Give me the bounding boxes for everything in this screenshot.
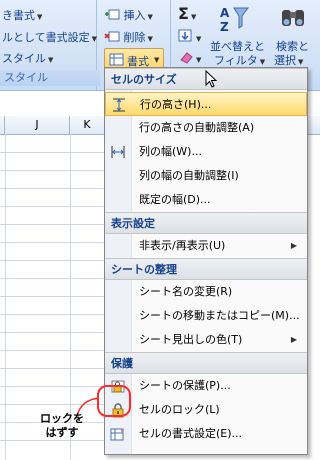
gridline <box>0 314 110 315</box>
chevron-down-icon: ▼ <box>91 35 98 43</box>
chevron-down-icon: ▼ <box>196 35 202 43</box>
format-dropdown-menu: セルのサイズ 行の高さ(H)... 行の高さの自動調整(A) 列の幅(W)...… <box>104 67 308 455</box>
gridline <box>0 170 110 171</box>
lock-cell-label: セルのロック(L) <box>139 403 220 416</box>
chevron-down-icon: ▼ <box>48 56 54 64</box>
chevron-down-icon: ▼ <box>147 13 153 21</box>
gridline <box>0 188 110 189</box>
gridline <box>0 386 110 387</box>
format-cells-dialog-icon <box>110 428 124 441</box>
delete-label: 削除 <box>123 31 146 44</box>
gridline <box>0 296 110 297</box>
default-width-label: 既定の幅(D)... <box>139 193 211 206</box>
section-organize-sheets: シートの整理 <box>105 258 307 280</box>
chevron-down-icon: ▼ <box>190 13 197 21</box>
find-select-button[interactable]: 検索と 選択 ▼ <box>266 2 318 68</box>
insert-label: 挿入 <box>123 9 146 22</box>
fill-button[interactable]: ▼ <box>178 29 201 44</box>
format-as-table-label: ルとして書式設定 <box>2 31 90 44</box>
chevron-down-icon: ▼ <box>37 13 43 21</box>
column-header-k[interactable]: K <box>70 116 105 134</box>
gridline <box>0 350 110 351</box>
menu-item-lock-cell[interactable]: セルのロック(L) <box>105 398 307 422</box>
row-height-label: 行の高さ(H)... <box>140 98 212 111</box>
callout-highlight-circle <box>97 385 131 417</box>
chevron-down-icon: ▼ <box>259 58 266 66</box>
autosum-button[interactable]: Σ ▼ <box>178 4 196 23</box>
delete-button[interactable]: 削除 ▼ <box>104 29 153 45</box>
menu-item-move-copy-sheet[interactable]: シートの移動またはコピー(M)... <box>105 304 307 328</box>
clear-button[interactable]: ▼ <box>178 50 201 65</box>
menu-item-tab-color[interactable]: シート見出しの色(T) ▶ <box>105 328 307 352</box>
column-autofit-label: 列の幅の自動調整(I) <box>139 169 239 182</box>
sort-filter-label-2-wrap: フィルタ ▼ <box>214 52 265 68</box>
fill-down-icon <box>178 29 192 42</box>
row-height-icon <box>113 98 125 112</box>
menu-item-protect-sheet[interactable]: シートの保護(P)... <box>105 374 307 398</box>
chevron-right-icon: ▶ <box>290 241 297 250</box>
gridline <box>0 278 110 279</box>
gridline <box>0 206 110 207</box>
menu-item-rename-sheet[interactable]: シート名の変更(R) <box>105 280 307 304</box>
cell-styles-label: スタイル <box>2 52 46 65</box>
protect-sheet-label: シートの保護(P)... <box>139 379 231 392</box>
styles-group-caption: スタイル <box>0 70 100 86</box>
styles-group: き書式 ▼ ルとして書式設定 ▼ スタイル ▼ スタイル <box>0 0 100 90</box>
menu-item-row-height[interactable]: 行の高さ(H)... <box>105 92 307 116</box>
menu-item-column-width[interactable]: 列の幅(W)... <box>105 140 307 164</box>
callout-line-1: ロックを <box>40 412 84 425</box>
gridline <box>0 242 110 243</box>
column-width-icon <box>111 146 125 158</box>
insert-cells-icon <box>105 9 120 20</box>
sort-filter-icon: A Z <box>220 6 249 34</box>
column-width-label: 列の幅(W)... <box>139 145 202 158</box>
sum-icon: Σ <box>178 4 189 23</box>
sort-filter-button[interactable]: A Z 並べ替えと フィルタ ▼ <box>208 2 265 68</box>
mouse-cursor-icon <box>205 70 218 88</box>
conditional-format-button[interactable]: き書式 ▼ <box>2 7 42 23</box>
section-protection: 保護 <box>105 352 307 374</box>
chevron-right-icon: ▶ <box>290 335 297 344</box>
callout-line-2: はずす <box>45 426 79 439</box>
menu-item-default-width[interactable]: 既定の幅(D)... <box>105 188 307 212</box>
chevron-down-icon: ▼ <box>196 56 202 64</box>
gridline <box>0 440 110 441</box>
cell-styles-button[interactable]: スタイル ▼ <box>2 50 53 66</box>
gridline <box>0 332 110 333</box>
gridline <box>5 134 6 460</box>
format-as-table-button[interactable]: ルとして書式設定 ▼ <box>2 29 97 45</box>
chevron-down-icon: ▼ <box>298 58 304 66</box>
insert-button[interactable]: 挿入 ▼ <box>104 7 153 23</box>
menu-item-row-autofit[interactable]: 行の高さの自動調整(A) <box>105 116 307 140</box>
chevron-down-icon: ▼ <box>154 56 160 64</box>
tab-color-label: シート見出しの色(T) <box>139 333 243 346</box>
eraser-icon <box>180 52 193 64</box>
sort-filter-label-2: フィルタ <box>214 54 258 67</box>
gridline <box>0 260 110 261</box>
gridline <box>0 224 110 225</box>
menu-item-column-autofit[interactable]: 列の幅の自動調整(I) <box>105 164 307 188</box>
gridline <box>0 368 110 369</box>
chevron-down-icon: ▼ <box>147 35 153 43</box>
row-autofit-label: 行の高さの自動調整(A) <box>139 121 255 134</box>
svg-text:Z: Z <box>220 20 229 34</box>
hide-unhide-label: 非表示/再表示(U) <box>139 239 226 252</box>
conditional-format-label: き書式 <box>2 9 35 22</box>
section-visibility: 表示設定 <box>105 212 307 234</box>
menu-item-format-cells[interactable]: セルの書式設定(E)... <box>105 422 307 446</box>
callout-note: ロックを はずす <box>40 412 84 440</box>
rename-sheet-label: シート名の変更(R) <box>139 285 233 298</box>
gridline <box>0 152 110 153</box>
find-select-label-2: 選択 <box>274 54 296 67</box>
find-select-label-2-wrap: 選択 ▼ <box>274 52 303 68</box>
delete-cells-icon <box>104 31 120 42</box>
menu-item-hide-unhide[interactable]: 非表示/再表示(U) ▶ <box>105 234 307 258</box>
move-copy-sheet-label: シートの移動またはコピー(M)... <box>139 309 300 322</box>
svg-text:A: A <box>220 6 230 20</box>
format-cells-label: セルの書式設定(E)... <box>139 427 243 440</box>
binoculars-icon <box>282 10 304 26</box>
format-cells-icon <box>109 53 124 66</box>
column-header-j[interactable]: J <box>5 116 70 134</box>
